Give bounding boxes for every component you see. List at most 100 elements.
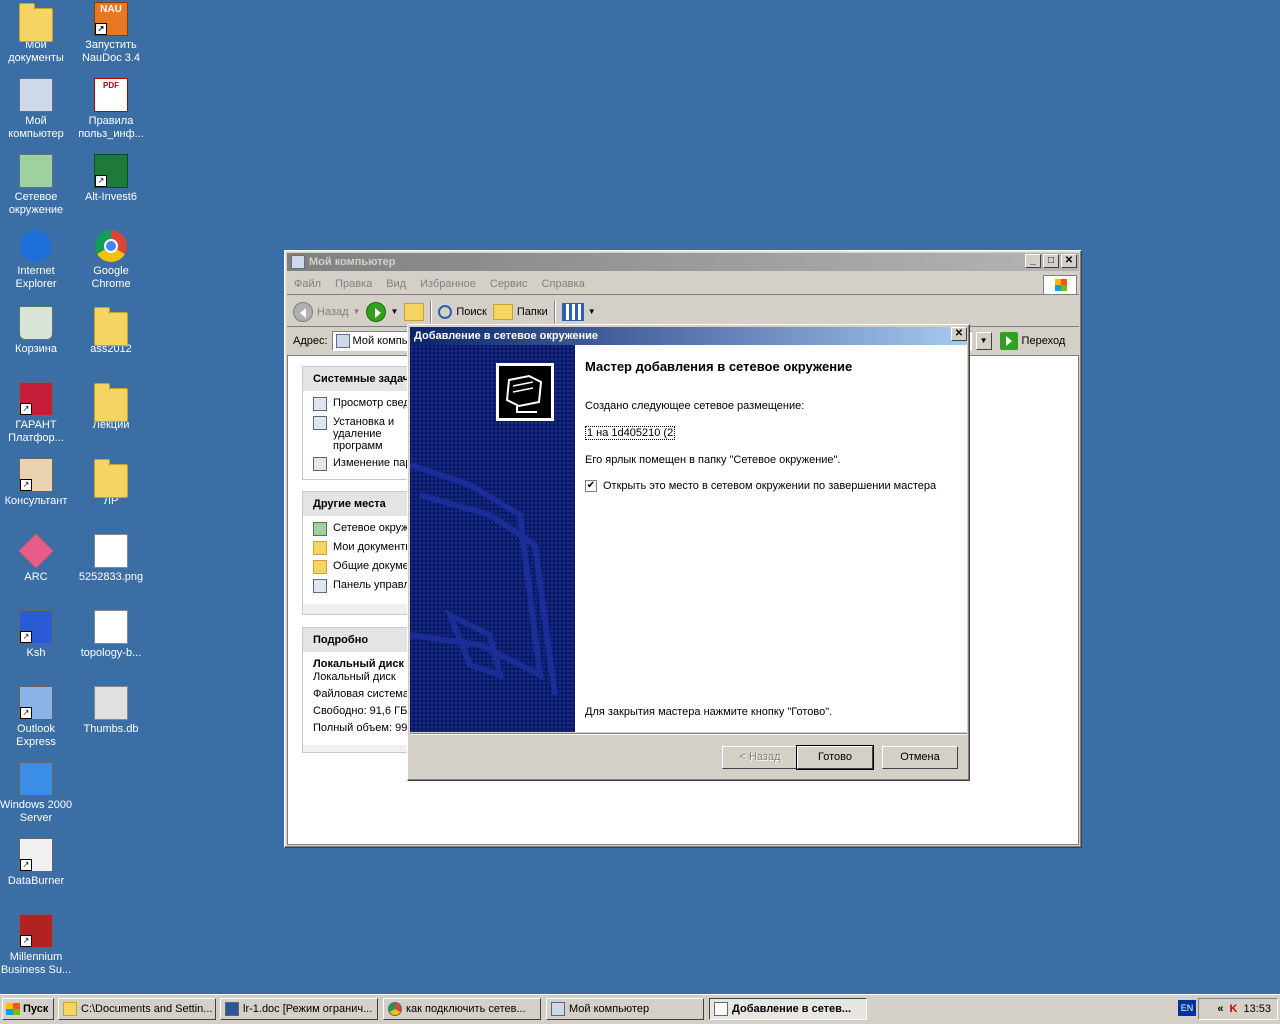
menu-view[interactable]: Вид — [379, 278, 413, 290]
start-label: Пуск — [23, 1003, 49, 1015]
desktop-icon-label: Millennium Business Su... — [0, 951, 72, 976]
language-indicator[interactable]: EN — [1178, 1000, 1196, 1016]
desktop-icon-ksh[interactable]: ↗ Ksh — [0, 610, 74, 660]
taskbar-item-word-doc[interactable]: lr-1.doc [Режим огранич... — [220, 998, 378, 1020]
desktop-icon-outlook-express[interactable]: ↗ Outlook Express — [0, 686, 74, 749]
desktop-icon-windows-2000-server[interactable]: Windows 2000 Server — [0, 762, 74, 825]
go-button[interactable]: Переход — [999, 332, 1066, 350]
system-info-icon — [313, 397, 327, 411]
dialog-separator — [410, 733, 967, 735]
desktop-icon-alt-invest[interactable]: ↗ Alt-Invest6 — [73, 154, 149, 204]
close-button[interactable]: ✕ — [1061, 254, 1077, 268]
forward-button[interactable]: ▼ — [366, 301, 399, 322]
details-header[interactable]: Подробно — [303, 628, 423, 652]
other-places-header[interactable]: Другие места — [303, 492, 423, 516]
desktop-icon-garant[interactable]: ↗ ГАРАНТ Платфор... — [0, 382, 74, 445]
wizard-heading: Мастер добавления в сетевое окружение — [585, 359, 853, 374]
garant-icon: ↗ — [19, 382, 53, 416]
menu-favorites[interactable]: Избранное — [413, 278, 483, 290]
place-network[interactable]: Сетевое окружение — [313, 522, 423, 536]
wizard-window-icon — [714, 1002, 728, 1016]
task-change-setting[interactable]: Изменение параметра — [313, 457, 423, 471]
cancel-button[interactable]: Отмена — [882, 746, 958, 769]
details-filesystem: Файловая система — [313, 688, 409, 700]
menu-tools[interactable]: Сервис — [483, 278, 535, 290]
maximize-button[interactable]: □ — [1043, 254, 1059, 268]
start-button[interactable]: Пуск — [2, 998, 54, 1020]
menu-edit[interactable]: Правка — [328, 278, 379, 290]
control-panel-icon — [313, 457, 327, 471]
chrome-icon — [95, 230, 127, 262]
desktop-icon-lectures[interactable]: Лекции — [73, 382, 149, 432]
chevron-left-icon[interactable]: « — [1217, 1003, 1223, 1015]
taskbar-item-documents-folder[interactable]: C:\Documents and Settin... — [58, 998, 216, 1020]
task-view-system-info[interactable]: Просмотр сведений о системе — [313, 397, 423, 411]
desktop-icon-arc[interactable]: ARC — [0, 532, 74, 584]
desktop-icon-label: Outlook Express — [16, 723, 56, 748]
finish-button[interactable]: Готово — [796, 745, 874, 770]
desktop-icon-5252833-png[interactable]: 5252833.png — [73, 534, 149, 584]
desktop-icon-rules-pdf[interactable]: PDF Правила польз_инф... — [73, 78, 149, 141]
menu-file[interactable]: Файл — [287, 278, 328, 290]
views-button[interactable]: ▼ — [561, 302, 596, 321]
search-label: Поиск — [456, 305, 487, 318]
my-documents-icon — [313, 541, 327, 555]
desktop-icon-internet-explorer[interactable]: Internet Explorer — [0, 230, 74, 291]
minimize-button[interactable]: _ — [1025, 254, 1041, 268]
desktop-icon-my-computer[interactable]: Мой компьютер — [0, 78, 74, 141]
millennium-icon: ↗ — [19, 914, 53, 948]
task-add-remove-programs[interactable]: Установка и удаление программ — [313, 416, 413, 452]
ksh-icon: ↗ — [19, 610, 53, 644]
go-label: Переход — [1021, 335, 1066, 347]
chevron-down-icon: ▼ — [390, 307, 399, 316]
desktop-icon-my-documents[interactable]: Мои документы — [0, 2, 74, 65]
checkbox-checked-icon[interactable]: ✔ — [585, 480, 597, 492]
desktop-icon-naudoc[interactable]: NAU ↗ Запустить NauDoc 3.4 — [73, 2, 149, 65]
desktop-icon-millennium[interactable]: ↗ Millennium Business Su... — [0, 914, 74, 977]
explorer-titlebar[interactable]: Мой компьютер _ □ ✕ — [287, 253, 1079, 271]
desktop-icon-google-chrome[interactable]: Google Chrome — [73, 230, 149, 291]
desktop-icon-thumbs-db[interactable]: Thumbs.db — [73, 686, 149, 736]
desktop-icon-topology[interactable]: topology-b... — [73, 610, 149, 660]
up-folder-button[interactable] — [404, 302, 425, 321]
back-arrow-icon — [293, 301, 313, 322]
system-tasks-header[interactable]: Системные задачи — [303, 367, 423, 391]
taskbar-item-my-computer[interactable]: Мой компьютер — [546, 998, 704, 1020]
back-button[interactable]: Назад ▼ — [293, 301, 360, 322]
folder-icon — [94, 307, 128, 346]
folders-button[interactable]: Папки — [492, 303, 548, 320]
toolbar-separator — [430, 300, 433, 323]
desktop-icon-consultant[interactable]: ↗ Консультант — [0, 458, 74, 508]
place-my-documents[interactable]: Мои документы — [313, 541, 413, 555]
desktop-icon-label: Корзина — [15, 343, 57, 355]
place-control-panel[interactable]: Панель управления — [313, 579, 423, 593]
chevron-down-icon: ▼ — [587, 307, 596, 316]
folder-icon — [63, 1002, 77, 1016]
search-button[interactable]: Поиск — [438, 304, 487, 319]
address-dropdown-button[interactable]: ▼ — [975, 332, 992, 350]
desktop-icon-lr[interactable]: ЛР — [73, 458, 149, 508]
place-shared-documents[interactable]: Общие документы — [313, 560, 423, 574]
network-places-icon — [313, 522, 327, 536]
close-button[interactable]: ✕ — [951, 327, 967, 341]
details-name: Локальный диск — [313, 658, 405, 670]
wizard-titlebar[interactable]: Добавление в сетевое окружение — [410, 327, 967, 345]
menu-help[interactable]: Справка — [535, 278, 592, 290]
clock[interactable]: 13:53 — [1243, 1003, 1271, 1015]
kaspersky-icon[interactable]: K — [1230, 1003, 1238, 1015]
chrome-icon — [388, 1002, 402, 1016]
taskbar-item-chrome[interactable]: как подключить сетев... — [383, 998, 541, 1020]
desktop-icon-network-places[interactable]: Сетевое окружение — [0, 154, 74, 217]
desktop-icon-ass2012[interactable]: ass2012 — [73, 306, 149, 356]
taskbar-item-wizard[interactable]: Добавление в сетев... — [709, 998, 867, 1020]
back-button[interactable]: < Назад — [722, 746, 798, 769]
details-free-space: Свободно: 91,6 ГБ — [313, 705, 408, 717]
desktop-icon-label: Internet Explorer — [15, 265, 57, 290]
pdf-document-icon: PDF — [94, 78, 128, 112]
network-folder-icon — [496, 363, 554, 421]
desktop-icon-recycle-bin[interactable]: Корзина — [0, 306, 74, 356]
desktop-icon-label: Правила польз_инф... — [78, 115, 144, 140]
other-places-panel: Другие места Сетевое окружение Мои докум… — [302, 491, 424, 615]
open-location-checkbox[interactable]: ✔ Открыть это место в сетевом окружении … — [585, 480, 957, 492]
desktop-icon-databurner[interactable]: ↗ DataBurner — [0, 838, 74, 888]
